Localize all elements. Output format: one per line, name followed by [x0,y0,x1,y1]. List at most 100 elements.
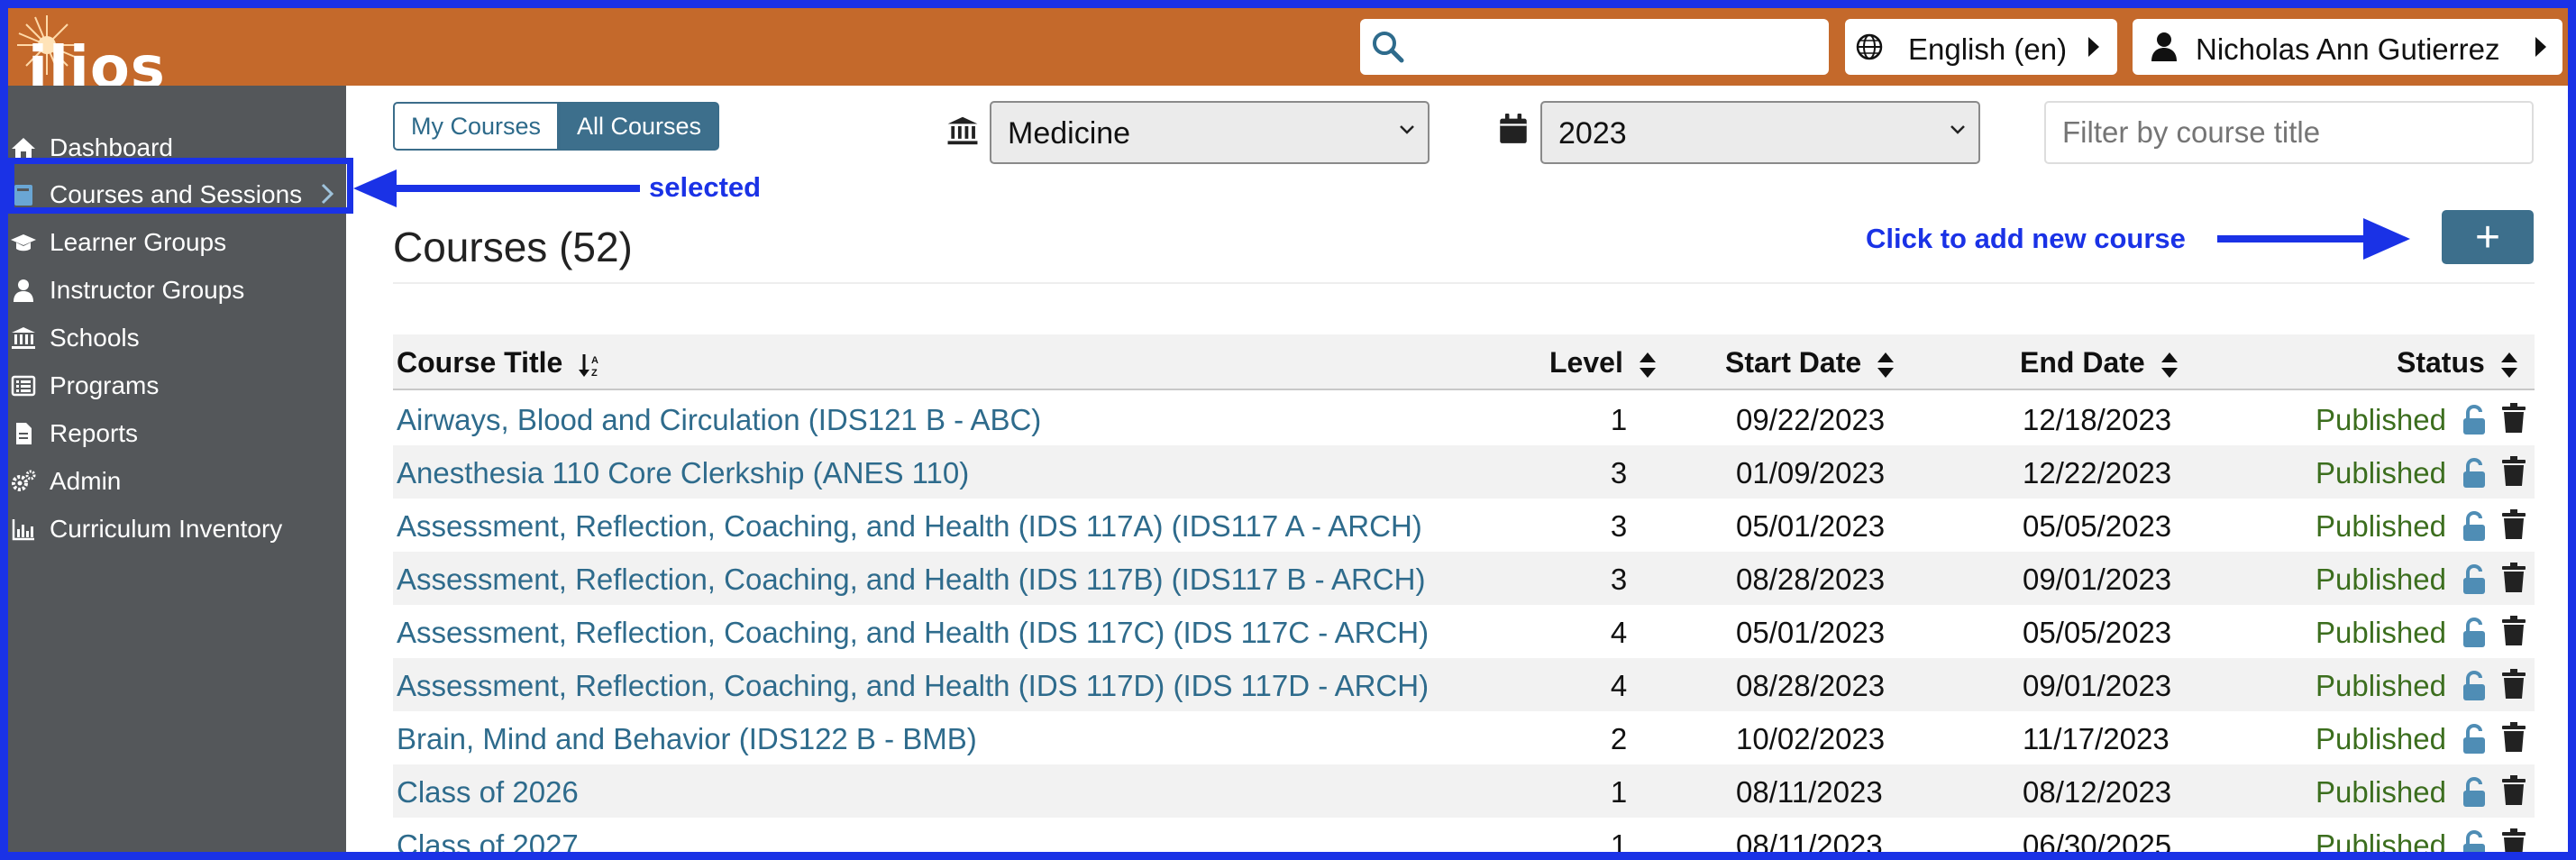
search-icon[interactable] [1369,28,1407,66]
course-end-date: 05/05/2023 [2023,616,2172,649]
course-title-link[interactable]: Anesthesia 110 Core Clerkship (ANES 110) [397,456,969,490]
course-end-date: 05/05/2023 [2023,509,2172,543]
course-title-link[interactable]: Class of 2026 [397,775,579,810]
university-icon [12,327,35,349]
course-title-link[interactable]: Assessment, Reflection, Coaching, and He… [397,509,1422,544]
table-row: Assessment, Reflection, Coaching, and He… [393,658,2535,711]
sidebar-item-admin[interactable]: Admin [8,457,346,504]
sort-alpha-down-icon[interactable]: AZ [578,352,605,378]
column-header-label: Status [2397,346,2485,379]
user-icon [2151,32,2177,61]
table-row: Anesthesia 110 Core Clerkship (ANES 110)… [393,445,2535,499]
course-end-date: 11/17/2023 [2023,722,2170,755]
course-start-date: 08/11/2023 [1736,828,1883,860]
course-title-link[interactable]: Class of 2027 [397,828,579,860]
course-start-date: 05/01/2023 [1736,509,1886,543]
file-icon [16,423,32,444]
sort-icon[interactable] [2160,352,2179,379]
language-label: English (en) [1908,32,2068,66]
trash-icon[interactable] [2501,563,2526,598]
column-header-end-date[interactable]: End Date [2020,346,2179,380]
course-end-date: 12/22/2023 [2023,456,2172,489]
course-end-date: 09/01/2023 [2023,563,2172,596]
sidebar-item-schools[interactable]: Schools [8,314,346,361]
chart-icon [12,519,34,541]
sidebar-item-label: Schools [50,324,140,352]
course-title-link[interactable]: Airways, Blood and Circulation (IDS121 B… [397,403,1041,437]
sidebar-item-instructor-groups[interactable]: Instructor Groups [8,266,346,313]
course-title-link[interactable]: Assessment, Reflection, Coaching, and He… [397,563,1425,597]
sidebar-item-programs[interactable]: Programs [8,361,346,408]
sidebar-item-reports[interactable]: Reports [8,409,346,456]
course-title-link[interactable]: Brain, Mind and Behavior (IDS122 B - BMB… [397,722,977,756]
sidebar-item-curriculum-inventory[interactable]: Curriculum Inventory [8,505,346,552]
unlock-icon[interactable] [2461,457,2488,493]
course-start-date: 08/28/2023 [1736,669,1886,702]
course-status: Published [2316,722,2446,755]
sort-icon[interactable] [2500,352,2518,379]
trash-icon[interactable] [2501,828,2526,860]
course-level: 3 [1610,563,1628,596]
course-start-date: 09/22/2023 [1736,403,1886,436]
column-header-label: End Date [2020,346,2145,379]
unlock-icon[interactable] [2461,510,2488,546]
search-box[interactable] [1360,19,1829,75]
cogs-icon [12,470,36,491]
my-courses-toggle[interactable]: My Courses [393,102,559,151]
unlock-icon[interactable] [2461,563,2488,599]
globe-icon [1856,33,1883,60]
course-title-filter-input[interactable] [2044,101,2534,164]
course-start-date: 08/28/2023 [1736,563,1886,596]
school-select-value: Medicine [1008,116,1131,151]
trash-icon[interactable] [2501,456,2526,491]
column-header-status[interactable]: Status [2397,346,2518,380]
column-header-title[interactable]: Course Title AZ [397,346,605,380]
table-row: Assessment, Reflection, Coaching, and He… [393,605,2535,658]
sort-icon[interactable] [1877,352,1895,379]
trash-icon[interactable] [2501,722,2526,757]
sort-icon[interactable] [1639,352,1657,379]
sidebar-item-learner-groups[interactable]: Learner Groups [8,218,346,265]
unlock-icon[interactable] [2461,723,2488,759]
top-header: ilios English (en) Nicholas Ann Gutierre… [8,8,2568,102]
unlock-icon[interactable] [2461,617,2488,653]
trash-icon[interactable] [2501,403,2526,438]
trash-icon[interactable] [2501,775,2526,810]
trash-icon[interactable] [2501,509,2526,544]
add-course-button[interactable]: + [2442,210,2534,264]
table-row: Assessment, Reflection, Coaching, and He… [393,552,2535,605]
column-header-level[interactable]: Level [1549,346,1657,380]
course-status: Published [2316,669,2446,702]
trash-icon[interactable] [2501,669,2526,704]
year-select[interactable]: 2023 [1540,101,1980,164]
table-row: Class of 2026 1 08/11/2023 08/12/2023 Publis… [393,764,2535,818]
calendar-icon [1500,114,1527,143]
caret-right-icon [2088,37,2099,57]
course-title-link[interactable]: Assessment, Reflection, Coaching, and He… [397,669,1429,703]
column-header-start-date[interactable]: Start Date [1725,346,1895,380]
caret-right-icon [2535,37,2546,57]
table-header: Course Title AZ Level Start Date End Dat… [393,334,2535,390]
school-select[interactable]: Medicine [990,101,1430,164]
table-row: Airways, Blood and Circulation (IDS121 B… [393,392,2535,445]
course-title-link[interactable]: Assessment, Reflection, Coaching, and He… [397,616,1429,650]
divider [393,282,2535,284]
trash-icon[interactable] [2501,616,2526,651]
user-menu[interactable]: Nicholas Ann Gutierrez [2133,19,2562,75]
chevron-down-icon [1950,125,1965,134]
year-select-value: 2023 [1558,116,1627,151]
user-tie-icon [14,279,33,302]
course-status: Published [2316,616,2446,649]
sidebar-item-label: Curriculum Inventory [50,515,283,543]
course-end-date: 12/18/2023 [2023,403,2172,436]
svg-text:A: A [591,355,598,366]
language-selector[interactable]: English (en) [1845,19,2117,75]
course-start-date: 01/09/2023 [1736,456,1886,489]
all-courses-toggle[interactable]: All Courses [559,102,719,151]
unlock-icon[interactable] [2461,670,2488,706]
unlock-icon[interactable] [2461,829,2488,860]
unlock-icon[interactable] [2461,404,2488,440]
annotation-arrow-right-icon [2217,218,2410,260]
unlock-icon[interactable] [2461,776,2488,812]
sidebar-item-label: Admin [50,467,122,495]
